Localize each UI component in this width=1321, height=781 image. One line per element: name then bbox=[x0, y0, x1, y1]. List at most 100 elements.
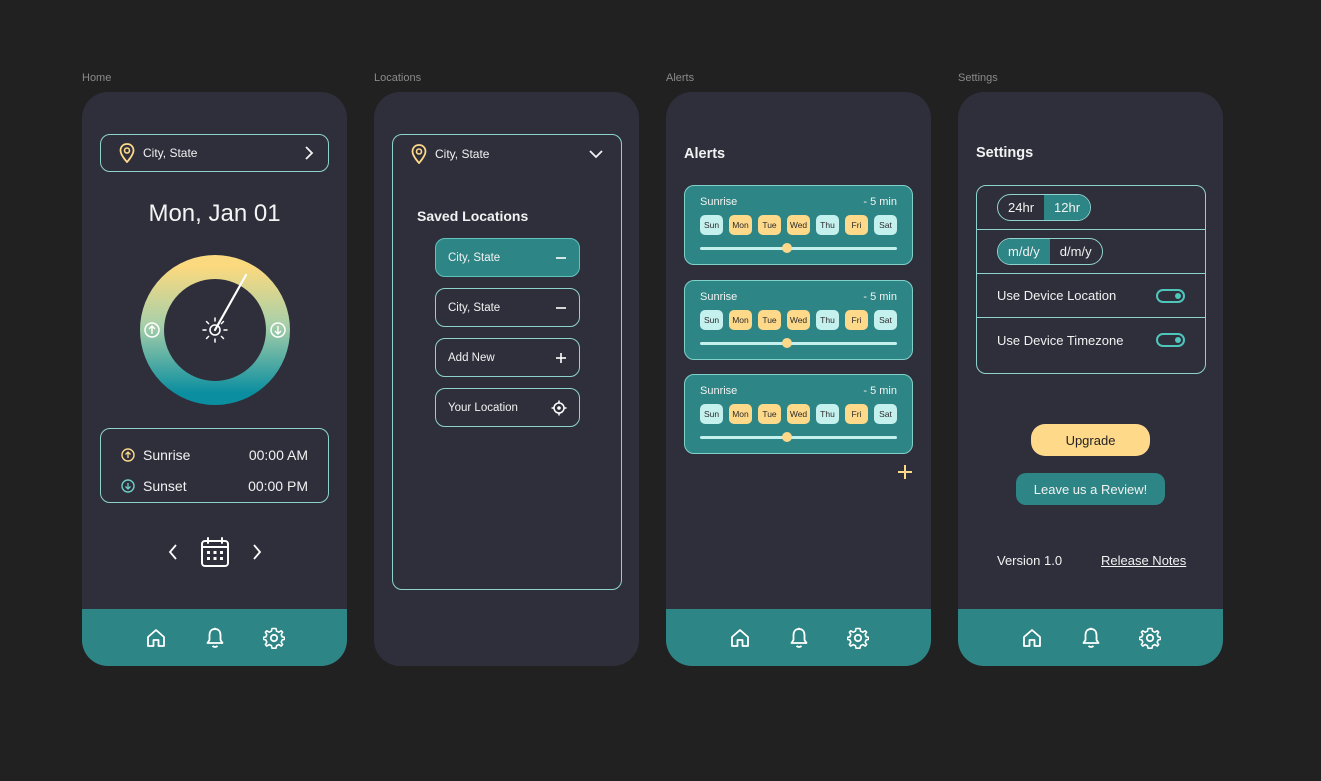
sunrise-time: 00:00 AM bbox=[248, 446, 308, 463]
tab-alerts[interactable] bbox=[1079, 626, 1103, 650]
day-tue-toggle[interactable]: Tue bbox=[758, 215, 781, 235]
settings-title: Settings bbox=[976, 145, 1034, 161]
alert-card[interactable]: Sunrise - 5 min Sun Mon Tue Wed Thu Fri Sat bbox=[684, 185, 913, 265]
calendar-button[interactable] bbox=[200, 536, 230, 568]
next-day-button[interactable] bbox=[252, 544, 262, 560]
day-sat-toggle[interactable]: Sat bbox=[874, 404, 897, 424]
day-tue-toggle[interactable]: Tue bbox=[758, 310, 781, 330]
alert-offset: - 5 min bbox=[863, 196, 897, 208]
bell-icon bbox=[790, 627, 807, 648]
bell-icon bbox=[206, 627, 223, 648]
home-screen: City, State Mon, Jan 01 Sunrise 00:00 AM… bbox=[82, 92, 347, 666]
offset-slider[interactable] bbox=[700, 432, 897, 442]
day-thu-toggle[interactable]: Thu bbox=[816, 215, 839, 235]
frame-label-home: Home bbox=[82, 72, 112, 84]
add-alert-button[interactable] bbox=[897, 464, 913, 480]
day-mon-toggle[interactable]: Mon bbox=[729, 404, 752, 424]
add-new-location-button[interactable]: Add New bbox=[435, 338, 580, 377]
tab-settings[interactable] bbox=[846, 626, 870, 650]
home-icon bbox=[146, 628, 165, 647]
device-location-toggle[interactable] bbox=[1156, 288, 1185, 303]
day-sun-toggle[interactable]: Sun bbox=[700, 310, 723, 330]
location-text: City, State bbox=[143, 146, 198, 160]
day-selector: Sun Mon Tue Wed Thu Fri Sat bbox=[700, 404, 897, 424]
tab-home[interactable] bbox=[144, 626, 168, 650]
your-location-label: Your Location bbox=[448, 401, 518, 414]
offset-slider[interactable] bbox=[700, 338, 897, 348]
release-notes-link[interactable]: Release Notes bbox=[1101, 553, 1186, 568]
device-timezone-toggle[interactable] bbox=[1156, 333, 1185, 347]
frame-label-alerts: Alerts bbox=[666, 72, 695, 84]
day-tue-toggle[interactable]: Tue bbox=[758, 404, 781, 424]
date-mdy-option[interactable]: m/d/y bbox=[998, 239, 1050, 264]
settings-panel: 24hr 12hr m/d/y d/m/y Use Device Locatio… bbox=[976, 185, 1206, 374]
day-wed-toggle[interactable]: Wed bbox=[787, 310, 810, 330]
tab-home[interactable] bbox=[1020, 626, 1044, 650]
tab-home[interactable] bbox=[728, 626, 752, 650]
tab-bar bbox=[958, 609, 1223, 666]
day-sat-toggle[interactable]: Sat bbox=[874, 215, 897, 235]
sun-times-card: Sunrise 00:00 AM Sunset 00:00 PM bbox=[100, 428, 329, 503]
time-12hr-option[interactable]: 12hr bbox=[1044, 195, 1091, 220]
leave-review-button[interactable]: Leave us a Review! bbox=[1016, 473, 1165, 505]
sunset-label: Sunset bbox=[143, 477, 187, 494]
alert-card[interactable]: Sunrise - 5 min Sun Mon Tue Wed Thu Fri Sat bbox=[684, 280, 913, 360]
day-sun-toggle[interactable]: Sun bbox=[700, 215, 723, 235]
your-location-button[interactable]: Your Location bbox=[435, 388, 580, 427]
gear-icon bbox=[262, 627, 285, 649]
gear-icon bbox=[846, 627, 869, 649]
alerts-screen: Alerts Sunrise - 5 min Sun Mon Tue Wed Thu Fr… bbox=[666, 92, 931, 666]
calendar-icon bbox=[200, 537, 229, 567]
location-dropdown[interactable]: City, State bbox=[393, 135, 621, 173]
sunset-time: 00:00 PM bbox=[248, 477, 308, 494]
alert-event: Sunrise bbox=[700, 196, 738, 208]
tab-bar bbox=[82, 609, 347, 666]
alert-offset: - 5 min bbox=[863, 291, 897, 303]
minus-icon[interactable] bbox=[555, 302, 567, 314]
sunrise-label: Sunrise bbox=[143, 446, 191, 463]
frame-label-settings: Settings bbox=[958, 72, 998, 84]
date-dmy-option[interactable]: d/m/y bbox=[1050, 239, 1102, 264]
day-mon-toggle[interactable]: Mon bbox=[729, 215, 752, 235]
sunrise-icon bbox=[121, 447, 135, 462]
home-icon bbox=[730, 628, 749, 647]
day-selector: Sun Mon Tue Wed Thu Fri Sat bbox=[700, 215, 897, 235]
minus-icon[interactable] bbox=[555, 252, 567, 264]
tab-alerts[interactable] bbox=[787, 626, 811, 650]
saved-location-item[interactable]: City, State bbox=[435, 238, 580, 277]
alert-card[interactable]: Sunrise - 5 min Sun Mon Tue Wed Thu Fri Sat bbox=[684, 374, 913, 454]
map-pin-icon bbox=[411, 144, 427, 164]
tab-alerts[interactable] bbox=[203, 626, 227, 650]
tab-settings[interactable] bbox=[1138, 626, 1162, 650]
alerts-title: Alerts bbox=[684, 146, 726, 162]
slider-knob[interactable] bbox=[781, 338, 792, 348]
map-pin-icon bbox=[119, 143, 135, 163]
day-mon-toggle[interactable]: Mon bbox=[729, 310, 752, 330]
day-sun-toggle[interactable]: Sun bbox=[700, 404, 723, 424]
device-timezone-row: Use Device Timezone bbox=[977, 318, 1205, 362]
slider-knob[interactable] bbox=[781, 243, 792, 253]
day-wed-toggle[interactable]: Wed bbox=[787, 404, 810, 424]
slider-knob[interactable] bbox=[781, 432, 792, 442]
saved-locations-title: Saved Locations bbox=[417, 208, 529, 224]
offset-slider[interactable] bbox=[700, 243, 897, 253]
prev-day-button[interactable] bbox=[168, 544, 178, 560]
day-fri-toggle[interactable]: Fri bbox=[845, 215, 868, 235]
time-24hr-option[interactable]: 24hr bbox=[998, 195, 1044, 220]
day-fri-toggle[interactable]: Fri bbox=[845, 404, 868, 424]
locations-screen: City, State Saved Locations City, State … bbox=[374, 92, 639, 666]
day-fri-toggle[interactable]: Fri bbox=[845, 310, 868, 330]
day-thu-toggle[interactable]: Thu bbox=[816, 404, 839, 424]
day-sat-toggle[interactable]: Sat bbox=[874, 310, 897, 330]
bell-icon bbox=[1082, 627, 1099, 648]
locations-panel: City, State Saved Locations City, State … bbox=[392, 134, 622, 590]
location-selector[interactable]: City, State bbox=[100, 134, 329, 172]
device-timezone-label: Use Device Timezone bbox=[997, 332, 1124, 348]
day-wed-toggle[interactable]: Wed bbox=[787, 215, 810, 235]
saved-location-item[interactable]: City, State bbox=[435, 288, 580, 327]
chevron-left-icon bbox=[168, 544, 177, 560]
tab-settings[interactable] bbox=[262, 626, 286, 650]
day-thu-toggle[interactable]: Thu bbox=[816, 310, 839, 330]
upgrade-button[interactable]: Upgrade bbox=[1031, 424, 1150, 456]
day-selector: Sun Mon Tue Wed Thu Fri Sat bbox=[700, 310, 897, 330]
